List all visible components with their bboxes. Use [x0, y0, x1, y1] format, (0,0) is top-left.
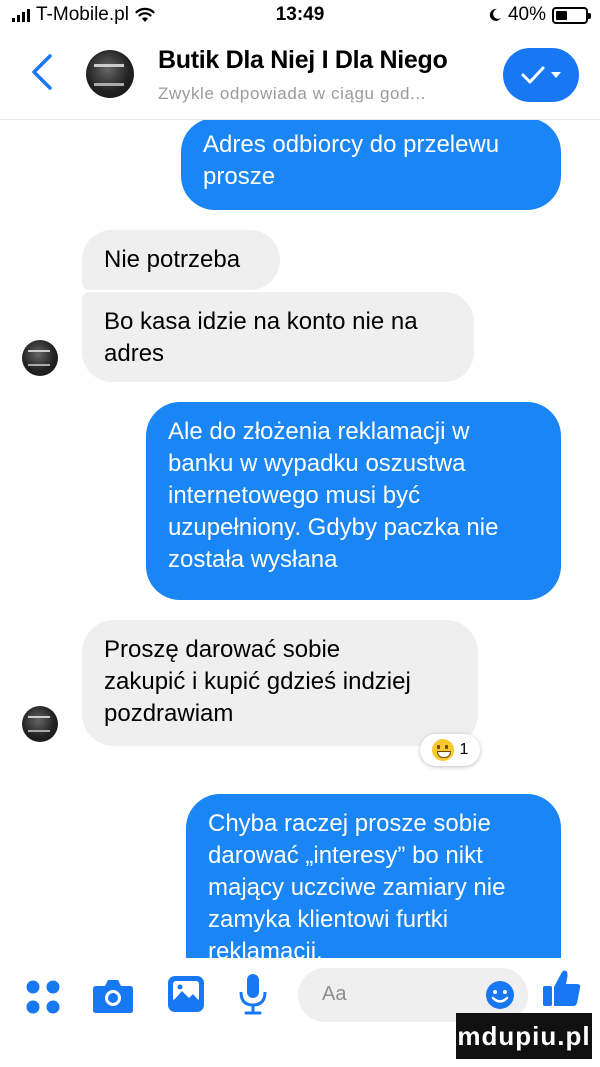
sender-avatar[interactable] [22, 340, 58, 376]
contact-avatar[interactable] [86, 50, 134, 98]
more-dots-icon[interactable] [24, 978, 62, 1016]
microphone-icon[interactable] [238, 972, 268, 1016]
response-time-status: Zwykle odpowiada w ciągu god... [158, 84, 427, 103]
message-bubble-outgoing[interactable]: Chyba raczej prosze sobie darować „inter… [186, 794, 561, 958]
gallery-icon[interactable] [166, 974, 206, 1014]
message-input-placeholder: Aa [322, 983, 347, 1005]
conversation-options-button[interactable] [503, 48, 579, 102]
message-bubble-incoming[interactable]: Nie potrzeba [82, 230, 280, 290]
battery-icon [552, 6, 591, 24]
site-watermark: mdupiu.pl [456, 1013, 592, 1059]
message-thread: Adres odbiorcy do przelewu prosze Nie po… [0, 120, 600, 958]
message-bubble-incoming[interactable]: Bo kasa idzie na konto nie na adres [82, 292, 474, 382]
message-bubble-outgoing[interactable]: Adres odbiorcy do przelewu prosze [181, 120, 561, 210]
message-bubble-outgoing[interactable]: Ale do złożenia reklamacji w banku w wyp… [146, 402, 561, 600]
contact-name[interactable]: Butik Dla Niej I Dla Niego [158, 46, 448, 75]
status-bar: T-Mobile.pl 13:49 40% [0, 0, 600, 28]
chevron-down-icon [551, 72, 561, 78]
message-composer: Aa mdupiu.pl [0, 958, 600, 1067]
message-bubble-incoming[interactable]: Proszę darować sobie zakupić i kupić gdz… [82, 620, 478, 746]
conversation-header: Butik Dla Niej I Dla Niego Zwykle odpowi… [0, 28, 600, 120]
reaction-count: 1 [459, 741, 469, 758]
emoji-icon[interactable] [484, 979, 516, 1011]
sender-avatar[interactable] [22, 706, 58, 742]
camera-icon[interactable] [92, 976, 134, 1016]
back-chevron-icon[interactable] [28, 52, 58, 92]
do-not-disturb-moon-icon [489, 8, 501, 21]
like-thumb-icon[interactable] [540, 966, 584, 1010]
checkmark-icon [521, 66, 545, 84]
message-reaction[interactable]: 1 [420, 734, 480, 766]
battery-percent: 40% [507, 4, 546, 25]
grinning-face-emoji-icon [431, 739, 454, 761]
